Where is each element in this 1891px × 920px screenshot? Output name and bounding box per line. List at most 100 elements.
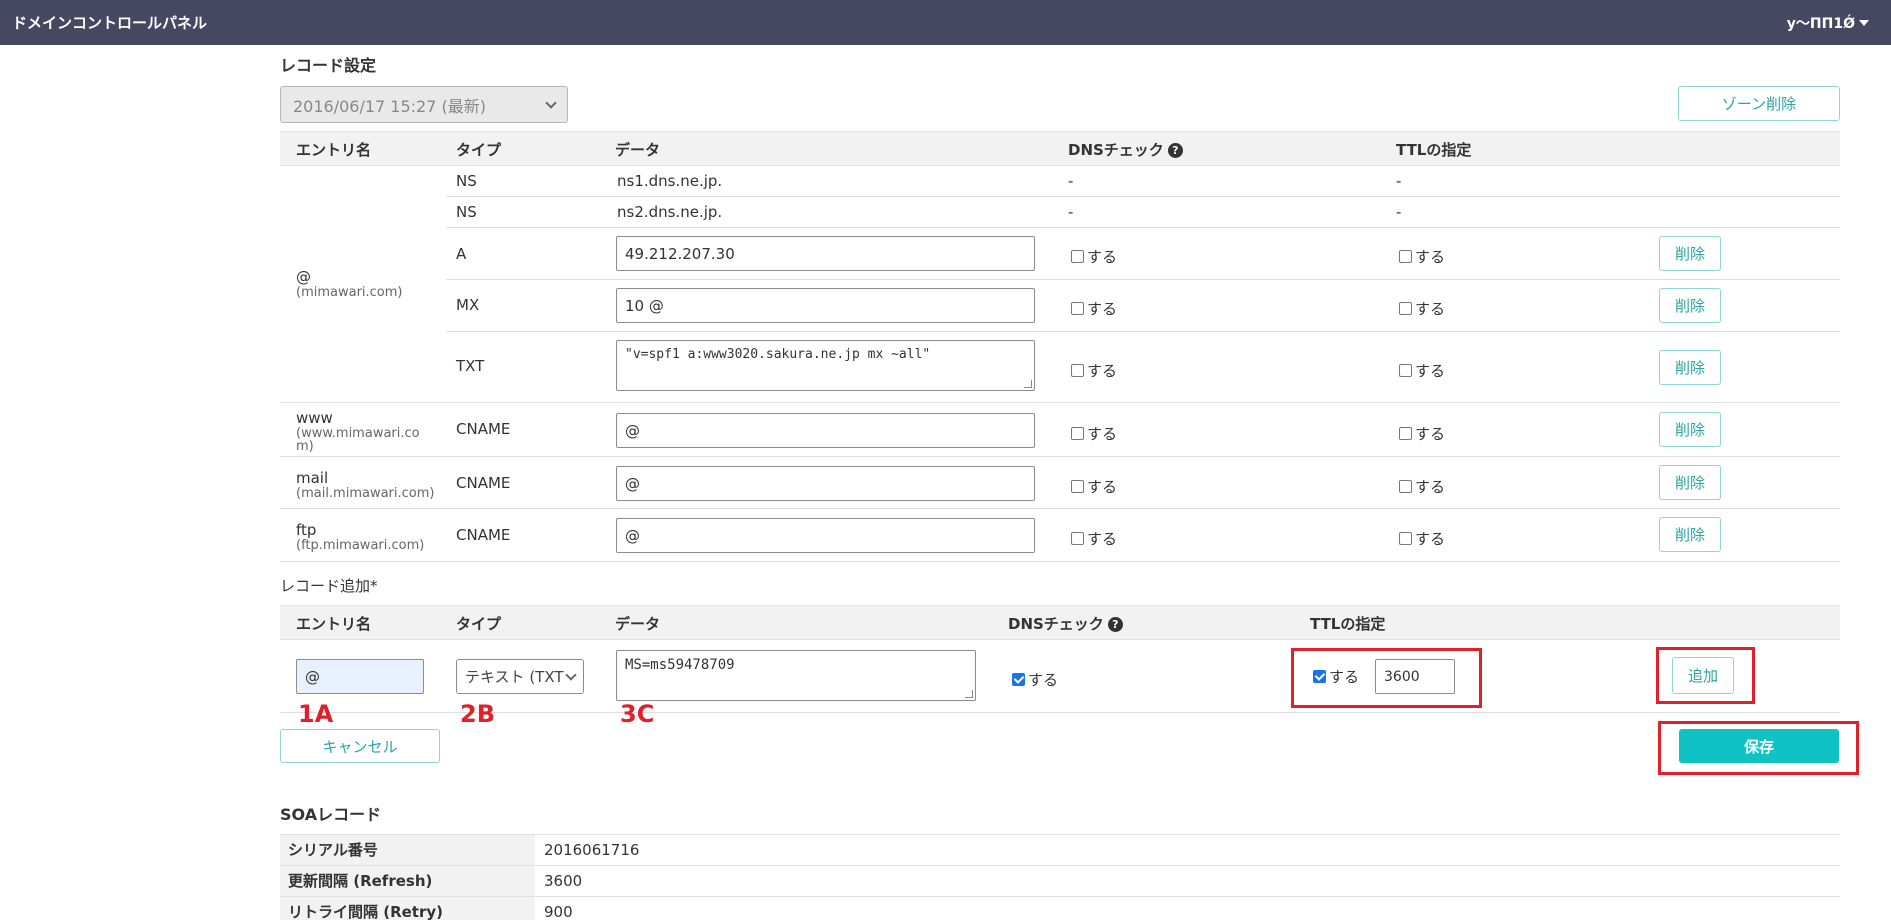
checkbox[interactable] xyxy=(1399,250,1412,263)
delete-button[interactable]: 削除 xyxy=(1659,517,1721,552)
row-divider xyxy=(280,456,1840,457)
checkbox[interactable] xyxy=(1399,302,1412,315)
dns-check[interactable]: する xyxy=(1071,423,1117,444)
soa-title: SOAレコード xyxy=(280,805,382,824)
checkbox[interactable] xyxy=(1399,364,1412,377)
dns-check[interactable]: する xyxy=(1071,528,1117,549)
annotation-label: 2B xyxy=(460,700,495,728)
type-select[interactable]: テキスト (TXT xyxy=(456,659,584,694)
add-data-textarea[interactable]: MS=ms59478709 xyxy=(616,650,976,701)
record-data-input[interactable]: @ xyxy=(616,518,1035,553)
record-data-input[interactable]: 49.212.207.30 xyxy=(616,236,1035,271)
entry-fqdn-cont: m) xyxy=(296,439,314,454)
version-select[interactable]: 2016/06/17 15:27 (最新) xyxy=(280,86,568,123)
entry-name: mail xyxy=(296,469,329,487)
header-ttl: TTLの指定 xyxy=(1310,615,1386,633)
type-select-value: テキスト (TXT xyxy=(465,668,564,686)
header-data: データ xyxy=(615,141,661,159)
row-divider xyxy=(280,561,1840,562)
check-label: する xyxy=(1087,248,1118,266)
record-type: A xyxy=(456,245,467,263)
highlight-box xyxy=(1656,647,1755,704)
chevron-down-icon xyxy=(1859,19,1869,26)
user-name: y〜ΠΠ1Ǿ xyxy=(1786,15,1855,32)
row-divider xyxy=(446,196,1840,197)
help-icon[interactable]: ? xyxy=(1167,143,1183,158)
delete-button[interactable]: 削除 xyxy=(1659,465,1721,500)
checkbox-checked[interactable] xyxy=(1012,673,1025,686)
dns-check[interactable]: する xyxy=(1071,476,1117,497)
entry-fqdn: (ftp.mimawari.com) xyxy=(296,538,425,553)
resize-handle-icon[interactable] xyxy=(1024,380,1032,388)
record-ttl: - xyxy=(1396,172,1402,190)
dns-check[interactable]: する xyxy=(1071,298,1117,319)
record-data-input[interactable]: @ xyxy=(616,466,1035,501)
add-dns-check[interactable]: する xyxy=(1012,669,1058,690)
ttl-check[interactable]: する xyxy=(1399,423,1445,444)
entry-name-input[interactable]: @ xyxy=(296,659,424,694)
chevron-down-icon xyxy=(565,668,577,681)
soa-row: 更新間隔 (Refresh) 3600 xyxy=(280,866,1840,897)
dns-check[interactable]: する xyxy=(1071,246,1117,267)
row-divider xyxy=(280,712,1840,713)
row-divider xyxy=(446,279,1840,280)
record-data: ns2.dns.ne.jp. xyxy=(617,203,723,221)
checkbox[interactable] xyxy=(1071,427,1084,440)
save-button[interactable]: 保存 xyxy=(1679,729,1839,763)
header-dns-label: DNSチェック xyxy=(1008,615,1104,633)
ttl-check[interactable]: する xyxy=(1399,298,1445,319)
record-type: NS xyxy=(456,203,477,221)
record-type: NS xyxy=(456,172,477,190)
delete-zone-button[interactable]: ゾーン削除 xyxy=(1678,86,1840,121)
record-data-input[interactable]: @ xyxy=(616,413,1035,448)
row-divider xyxy=(280,402,1840,403)
header-type: タイプ xyxy=(456,141,502,159)
ttl-check[interactable]: する xyxy=(1399,246,1445,267)
entry-fqdn: (mimawari.com) xyxy=(296,285,403,300)
checkbox[interactable] xyxy=(1071,302,1084,315)
ttl-check[interactable]: する xyxy=(1399,476,1445,497)
records-table-header xyxy=(280,131,1840,166)
record-type: CNAME xyxy=(456,526,511,544)
record-settings-title: レコード設定 xyxy=(280,56,377,75)
checkbox[interactable] xyxy=(1071,532,1084,545)
checkbox[interactable] xyxy=(1399,427,1412,440)
check-label: する xyxy=(1415,530,1446,548)
entry-fqdn: (www.mimawari.co xyxy=(296,426,420,441)
entry-root: @ (mimawari.com) xyxy=(296,268,403,299)
cancel-button[interactable]: キャンセル xyxy=(280,729,440,763)
header-type: タイプ xyxy=(456,615,502,633)
checkbox[interactable] xyxy=(1071,250,1084,263)
check-label: する xyxy=(1415,362,1446,380)
entry-mail: mail (mail.mimawari.com) xyxy=(296,469,435,500)
delete-button[interactable]: 削除 xyxy=(1659,236,1721,271)
soa-row: シリアル番号 2016061716 xyxy=(280,835,1840,866)
header-ttl: TTLの指定 xyxy=(1396,141,1472,159)
checkbox[interactable] xyxy=(1071,364,1084,377)
delete-button[interactable]: 削除 xyxy=(1659,288,1721,323)
user-menu[interactable]: y〜ΠΠ1Ǿ xyxy=(1787,13,1869,33)
checkbox[interactable] xyxy=(1399,532,1412,545)
checkbox[interactable] xyxy=(1399,480,1412,493)
ttl-check[interactable]: する xyxy=(1399,360,1445,381)
soa-value: 2016061716 xyxy=(544,841,640,859)
ttl-check[interactable]: する xyxy=(1399,528,1445,549)
entry-www: www (www.mimawari.co m) xyxy=(296,409,420,453)
delete-button[interactable]: 削除 xyxy=(1659,412,1721,447)
record-type: CNAME xyxy=(456,420,511,438)
record-data-textarea[interactable]: "v=spf1 a:www3020.sakura.ne.jp mx ~all" xyxy=(616,340,1035,391)
resize-handle-icon[interactable] xyxy=(965,690,973,698)
help-icon[interactable]: ? xyxy=(1107,617,1123,632)
record-type: MX xyxy=(456,296,480,314)
header-entry: エントリ名 xyxy=(296,141,372,159)
check-label: する xyxy=(1415,478,1446,496)
soa-label: シリアル番号 xyxy=(280,835,535,865)
delete-button[interactable]: 削除 xyxy=(1659,350,1721,385)
record-data-input[interactable]: 10 @ xyxy=(616,288,1035,323)
entry-name: @ xyxy=(296,268,311,286)
dns-check[interactable]: する xyxy=(1071,360,1117,381)
checkbox[interactable] xyxy=(1071,480,1084,493)
highlight-box xyxy=(1291,648,1482,708)
header-dns: DNSチェック? xyxy=(1008,613,1123,634)
check-label: する xyxy=(1087,530,1118,548)
